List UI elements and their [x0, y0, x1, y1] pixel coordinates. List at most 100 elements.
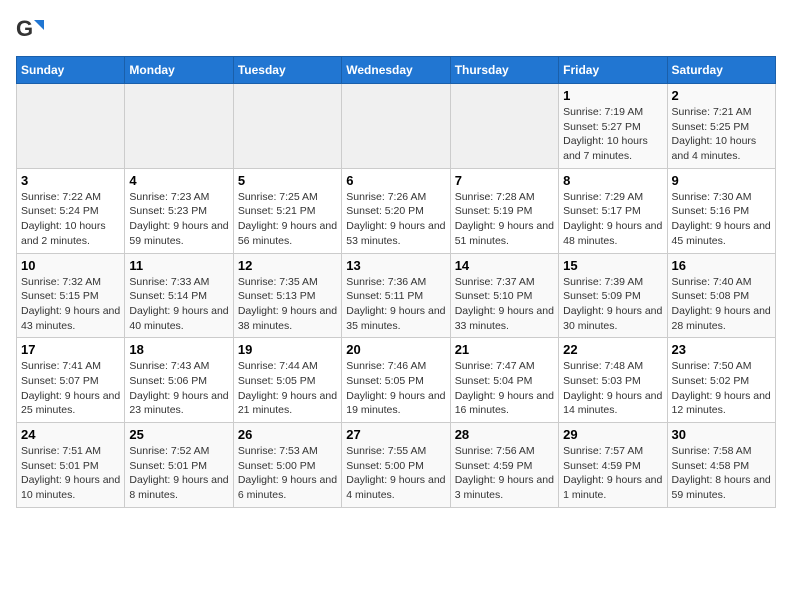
weekday-header-wednesday: Wednesday — [342, 57, 450, 84]
day-number: 28 — [455, 427, 554, 442]
calendar-day — [342, 84, 450, 169]
calendar-day — [17, 84, 125, 169]
day-info: Sunrise: 7:30 AM Sunset: 5:16 PM Dayligh… — [672, 190, 771, 249]
calendar-week-5: 24 Sunrise: 7:51 AM Sunset: 5:01 PM Dayli… — [17, 423, 776, 508]
calendar-day: 26 Sunrise: 7:53 AM Sunset: 5:00 PM Dayli… — [233, 423, 341, 508]
day-number: 27 — [346, 427, 445, 442]
day-number: 13 — [346, 258, 445, 273]
calendar-day: 16 Sunrise: 7:40 AM Sunset: 5:08 PM Dayli… — [667, 253, 775, 338]
calendar-day: 12 Sunrise: 7:35 AM Sunset: 5:13 PM Dayli… — [233, 253, 341, 338]
day-number: 5 — [238, 173, 337, 188]
weekday-header-saturday: Saturday — [667, 57, 775, 84]
day-info: Sunrise: 7:57 AM Sunset: 4:59 PM Dayligh… — [563, 444, 662, 503]
calendar-week-1: 1Sunrise: 7:19 AM Sunset: 5:27 PM Daylig… — [17, 84, 776, 169]
day-number: 8 — [563, 173, 662, 188]
calendar-day: 11 Sunrise: 7:33 AM Sunset: 5:14 PM Dayli… — [125, 253, 233, 338]
day-info: Sunrise: 7:26 AM Sunset: 5:20 PM Dayligh… — [346, 190, 445, 249]
day-info: Sunrise: 7:52 AM Sunset: 5:01 PM Dayligh… — [129, 444, 228, 503]
svg-text:G: G — [16, 16, 33, 41]
calendar-day: 17 Sunrise: 7:41 AM Sunset: 5:07 PM Dayli… — [17, 338, 125, 423]
day-number: 10 — [21, 258, 120, 273]
weekday-header-sunday: Sunday — [17, 57, 125, 84]
day-info: Sunrise: 7:29 AM Sunset: 5:17 PM Dayligh… — [563, 190, 662, 249]
day-info: Sunrise: 7:51 AM Sunset: 5:01 PM Dayligh… — [21, 444, 120, 503]
calendar-day: 13 Sunrise: 7:36 AM Sunset: 5:11 PM Dayli… — [342, 253, 450, 338]
day-info: Sunrise: 7:28 AM Sunset: 5:19 PM Dayligh… — [455, 190, 554, 249]
day-number: 19 — [238, 342, 337, 357]
calendar-day: 8 Sunrise: 7:29 AM Sunset: 5:17 PM Daylig… — [559, 168, 667, 253]
calendar-day: 24 Sunrise: 7:51 AM Sunset: 5:01 PM Dayli… — [17, 423, 125, 508]
calendar-day: 9 Sunrise: 7:30 AM Sunset: 5:16 PM Daylig… — [667, 168, 775, 253]
day-info: Sunrise: 7:40 AM Sunset: 5:08 PM Dayligh… — [672, 275, 771, 334]
day-number: 17 — [21, 342, 120, 357]
day-number: 20 — [346, 342, 445, 357]
calendar-day: 6 Sunrise: 7:26 AM Sunset: 5:20 PM Daylig… — [342, 168, 450, 253]
weekday-header-thursday: Thursday — [450, 57, 558, 84]
day-info: Sunrise: 7:33 AM Sunset: 5:14 PM Dayligh… — [129, 275, 228, 334]
day-info: Sunrise: 7:58 AM Sunset: 4:58 PM Dayligh… — [672, 444, 771, 503]
day-number: 3 — [21, 173, 120, 188]
calendar-day: 19Sunrise: 7:44 AM Sunset: 5:05 PM Dayli… — [233, 338, 341, 423]
day-number: 22 — [563, 342, 662, 357]
calendar-day: 7Sunrise: 7:28 AM Sunset: 5:19 PM Daylig… — [450, 168, 558, 253]
calendar-day: 14 Sunrise: 7:37 AM Sunset: 5:10 PM Dayli… — [450, 253, 558, 338]
day-number: 11 — [129, 258, 228, 273]
day-info: Sunrise: 7:41 AM Sunset: 5:07 PM Dayligh… — [21, 359, 120, 418]
day-number: 4 — [129, 173, 228, 188]
day-number: 30 — [672, 427, 771, 442]
logo: G — [16, 16, 48, 44]
day-info: Sunrise: 7:21 AM Sunset: 5:25 PM Dayligh… — [672, 105, 771, 164]
day-number: 2 — [672, 88, 771, 103]
day-number: 24 — [21, 427, 120, 442]
day-info: Sunrise: 7:32 AM Sunset: 5:15 PM Dayligh… — [21, 275, 120, 334]
day-number: 6 — [346, 173, 445, 188]
calendar: SundayMondayTuesdayWednesdayThursdayFrid… — [16, 56, 776, 508]
calendar-day: 22Sunrise: 7:48 AM Sunset: 5:03 PM Dayli… — [559, 338, 667, 423]
calendar-day: 18Sunrise: 7:43 AM Sunset: 5:06 PM Dayli… — [125, 338, 233, 423]
day-info: Sunrise: 7:55 AM Sunset: 5:00 PM Dayligh… — [346, 444, 445, 503]
day-number: 12 — [238, 258, 337, 273]
day-info: Sunrise: 7:43 AM Sunset: 5:06 PM Dayligh… — [129, 359, 228, 418]
calendar-day: 21 Sunrise: 7:47 AM Sunset: 5:04 PM Dayli… — [450, 338, 558, 423]
day-number: 23 — [672, 342, 771, 357]
day-info: Sunrise: 7:39 AM Sunset: 5:09 PM Dayligh… — [563, 275, 662, 334]
calendar-day — [233, 84, 341, 169]
calendar-week-4: 17 Sunrise: 7:41 AM Sunset: 5:07 PM Dayli… — [17, 338, 776, 423]
day-info: Sunrise: 7:25 AM Sunset: 5:21 PM Dayligh… — [238, 190, 337, 249]
day-number: 29 — [563, 427, 662, 442]
day-info: Sunrise: 7:35 AM Sunset: 5:13 PM Dayligh… — [238, 275, 337, 334]
day-info: Sunrise: 7:53 AM Sunset: 5:00 PM Dayligh… — [238, 444, 337, 503]
calendar-day: 2 Sunrise: 7:21 AM Sunset: 5:25 PM Daylig… — [667, 84, 775, 169]
page-header: G — [16, 16, 776, 44]
day-number: 21 — [455, 342, 554, 357]
calendar-day: 27 Sunrise: 7:55 AM Sunset: 5:00 PM Dayli… — [342, 423, 450, 508]
day-number: 15 — [563, 258, 662, 273]
calendar-day: 28Sunrise: 7:56 AM Sunset: 4:59 PM Dayli… — [450, 423, 558, 508]
calendar-week-3: 10 Sunrise: 7:32 AM Sunset: 5:15 PM Dayli… — [17, 253, 776, 338]
day-info: Sunrise: 7:50 AM Sunset: 5:02 PM Dayligh… — [672, 359, 771, 418]
day-info: Sunrise: 7:47 AM Sunset: 5:04 PM Dayligh… — [455, 359, 554, 418]
calendar-day: 5 Sunrise: 7:25 AM Sunset: 5:21 PM Daylig… — [233, 168, 341, 253]
day-info: Sunrise: 7:37 AM Sunset: 5:10 PM Dayligh… — [455, 275, 554, 334]
calendar-day: 23 Sunrise: 7:50 AM Sunset: 5:02 PM Dayli… — [667, 338, 775, 423]
weekday-header-monday: Monday — [125, 57, 233, 84]
day-info: Sunrise: 7:23 AM Sunset: 5:23 PM Dayligh… — [129, 190, 228, 249]
calendar-day: 25 Sunrise: 7:52 AM Sunset: 5:01 PM Dayli… — [125, 423, 233, 508]
calendar-header: SundayMondayTuesdayWednesdayThursdayFrid… — [17, 57, 776, 84]
day-number: 26 — [238, 427, 337, 442]
calendar-day — [450, 84, 558, 169]
day-info: Sunrise: 7:46 AM Sunset: 5:05 PM Dayligh… — [346, 359, 445, 418]
day-number: 14 — [455, 258, 554, 273]
calendar-week-2: 3Sunrise: 7:22 AM Sunset: 5:24 PM Daylig… — [17, 168, 776, 253]
day-info: Sunrise: 7:36 AM Sunset: 5:11 PM Dayligh… — [346, 275, 445, 334]
day-number: 1 — [563, 88, 662, 103]
logo-icon: G — [16, 16, 44, 44]
calendar-day: 30 Sunrise: 7:58 AM Sunset: 4:58 PM Dayli… — [667, 423, 775, 508]
calendar-day — [125, 84, 233, 169]
day-number: 25 — [129, 427, 228, 442]
day-number: 16 — [672, 258, 771, 273]
calendar-day: 3Sunrise: 7:22 AM Sunset: 5:24 PM Daylig… — [17, 168, 125, 253]
calendar-day: 29 Sunrise: 7:57 AM Sunset: 4:59 PM Dayli… — [559, 423, 667, 508]
calendar-day: 4 Sunrise: 7:23 AM Sunset: 5:23 PM Daylig… — [125, 168, 233, 253]
day-number: 9 — [672, 173, 771, 188]
